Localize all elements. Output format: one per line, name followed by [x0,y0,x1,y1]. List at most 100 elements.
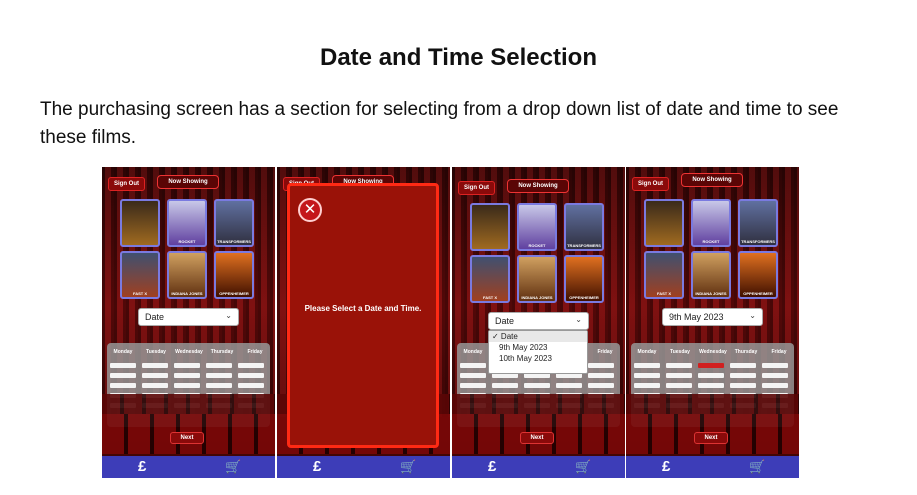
time-slot[interactable] [238,373,264,378]
time-slot[interactable] [634,363,660,368]
poster-indiana-jones[interactable]: INDIANA JONES [517,255,557,303]
time-slot[interactable] [556,383,582,388]
date-option-9-may[interactable]: 9th May 2023 [489,342,587,353]
time-slot[interactable] [460,383,486,388]
now-showing-label: Now Showing [507,179,569,193]
time-slot[interactable] [206,363,232,368]
pound-icon[interactable]: £ [138,458,146,475]
document-paragraph: The purchasing screen has a section for … [40,99,839,148]
cart-icon[interactable]: 🛒 [575,459,591,475]
date-dropdown-value: Date [495,316,515,326]
chevron-down-icon: ⌄ [225,311,232,320]
poster-transformers[interactable]: TRANSFORMERS [564,203,604,251]
poster-fast-x[interactable]: FAST X [470,255,510,303]
time-slot[interactable] [698,363,724,368]
time-slot[interactable] [238,363,264,368]
time-slot[interactable] [174,383,200,388]
poster-indiana-jones[interactable]: INDIANA JONES [691,251,731,299]
poster-fast-x[interactable]: FAST X [120,251,160,299]
day-monday: Monday [113,349,133,355]
date-dropdown[interactable]: Date ⌄ [488,312,589,330]
poster-transformers[interactable]: TRANSFORMERS [738,199,778,247]
time-slot[interactable] [666,363,692,368]
cart-icon[interactable]: 🛒 [400,459,416,475]
poster-grid: ROCKET TRANSFORMERS FAST X INDIANA JONES… [120,199,255,301]
day-thursday: Thursday [210,349,234,355]
poster-transformers[interactable]: TRANSFORMERS [214,199,254,247]
cart-icon[interactable]: 🛒 [749,459,765,475]
poster-grid: ROCKET TRANSFORMERS FAST X INDIANA JONES… [644,199,779,301]
time-slot[interactable] [142,363,168,368]
time-slot[interactable] [762,363,788,368]
time-slot[interactable] [730,383,756,388]
time-slot[interactable] [174,363,200,368]
date-option-10-may[interactable]: 10th May 2023 [489,353,587,364]
date-options-menu: ✓ Date 9th May 2023 10th May 2023 [488,330,588,374]
poster-rocket[interactable]: ROCKET [691,199,731,247]
time-slot[interactable] [206,383,232,388]
pound-icon[interactable]: £ [662,458,670,475]
time-slot[interactable] [762,373,788,378]
poster-oppenheimer[interactable]: OPPENHEIMER [738,251,778,299]
sign-out-button[interactable]: Sign Out [632,177,669,191]
pound-icon[interactable]: £ [313,458,321,475]
poster-fast-x[interactable]: FAST X [644,251,684,299]
modal-message: Please Select a Date and Time. [304,304,422,313]
poster-rocket[interactable]: ROCKET [167,199,207,247]
time-slot[interactable] [110,383,136,388]
date-dropdown-value: 9th May 2023 [669,312,724,322]
time-slot[interactable] [588,363,614,368]
date-option-placeholder[interactable]: ✓ Date [489,331,587,342]
day-tuesday: Tuesday [146,349,166,355]
time-slot[interactable] [698,373,724,378]
time-slot[interactable] [588,373,614,378]
time-slot[interactable] [142,383,168,388]
time-slot[interactable] [142,373,168,378]
poster-rocket[interactable]: ROCKET [517,203,557,251]
time-slot[interactable] [460,373,486,378]
date-dropdown-value: Date [145,312,165,322]
day-monday: Monday [637,349,657,355]
time-slot[interactable] [666,373,692,378]
time-slot[interactable] [206,373,232,378]
time-slot[interactable] [634,383,660,388]
sign-out-button[interactable]: Sign Out [108,177,145,191]
date-dropdown[interactable]: 9th May 2023 ⌄ [662,308,763,326]
poster-indiana-jones[interactable]: INDIANA JONES [167,251,207,299]
time-slot[interactable] [666,383,692,388]
day-friday: Friday [597,349,613,355]
time-slot[interactable] [492,383,518,388]
next-button[interactable]: Next [520,432,554,444]
next-button[interactable]: Next [694,432,728,444]
phone-screen-2: Sign Out Now Showing ✕ Please Select a D… [277,167,450,478]
poster-1[interactable] [470,203,510,251]
document-title: Date and Time Selection [320,44,597,71]
sign-out-button[interactable]: Sign Out [458,181,495,195]
time-slot[interactable] [460,363,486,368]
time-slot[interactable] [730,373,756,378]
poster-oppenheimer[interactable]: OPPENHEIMER [564,255,604,303]
pound-icon[interactable]: £ [488,458,496,475]
bottom-nav: £ 🛒 [277,456,450,478]
poster-oppenheimer[interactable]: OPPENHEIMER [214,251,254,299]
time-slot[interactable] [238,383,264,388]
next-button[interactable]: Next [170,432,204,444]
time-slot[interactable] [634,373,660,378]
time-slot[interactable] [762,383,788,388]
poster-1[interactable] [120,199,160,247]
time-slot[interactable] [730,363,756,368]
phone-screen-1: Sign Out Now Showing ROCKET TRANSFORMERS… [102,167,275,478]
time-slot[interactable] [110,373,136,378]
time-slot[interactable] [524,383,550,388]
day-monday: Monday [463,349,483,355]
phone-screen-4: Sign Out Now Showing ROCKET TRANSFORMERS… [626,167,799,478]
poster-1[interactable] [644,199,684,247]
day-thursday: Thursday [734,349,758,355]
cart-icon[interactable]: 🛒 [225,459,241,475]
time-slot[interactable] [110,363,136,368]
close-icon[interactable]: ✕ [298,198,322,222]
date-dropdown[interactable]: Date ⌄ [138,308,239,326]
time-slot[interactable] [698,383,724,388]
time-slot[interactable] [588,383,614,388]
time-slot[interactable] [174,373,200,378]
